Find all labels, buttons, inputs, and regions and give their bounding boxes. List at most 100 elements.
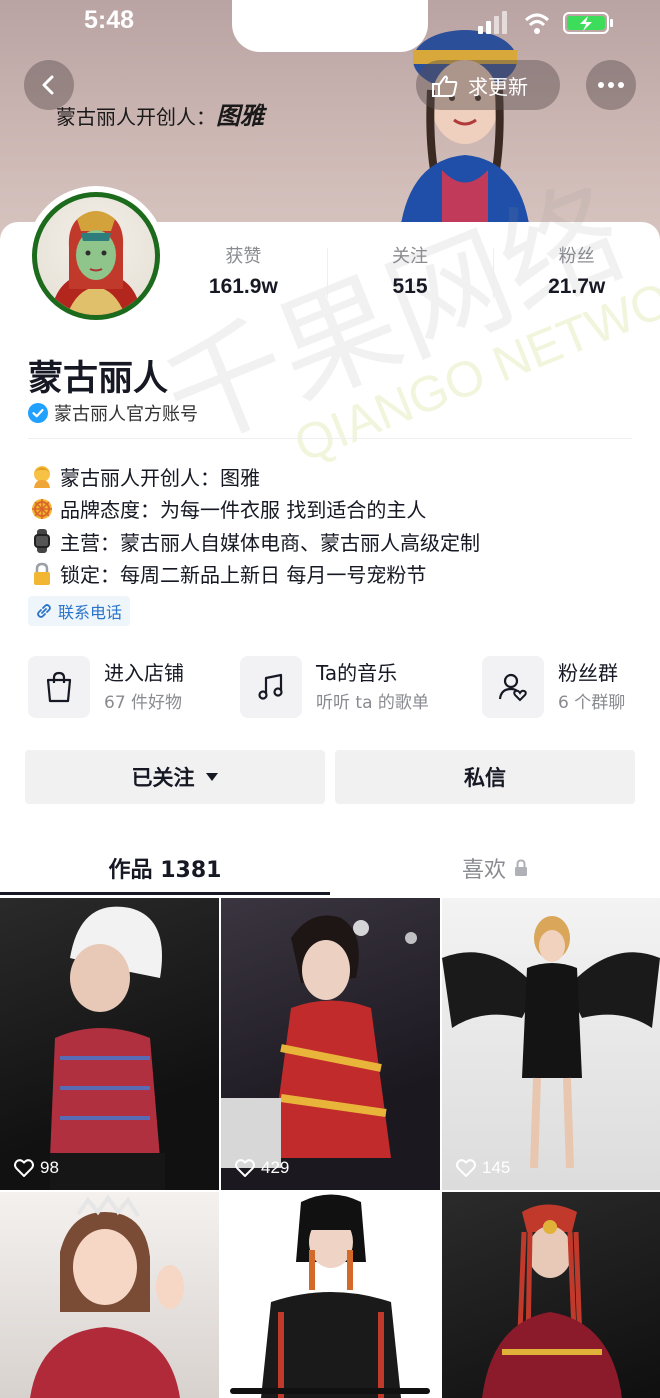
stat-followers-label: 粉丝 [558, 246, 595, 267]
video-grid: 98 429 145 [0, 898, 660, 1398]
request-update-label: 求更新 [468, 74, 528, 99]
verified-check-icon [28, 403, 48, 423]
heart-icon [456, 1159, 476, 1177]
stat-following-value: 515 [392, 275, 428, 298]
more-options-button[interactable] [586, 60, 636, 110]
service-icon-box [28, 656, 90, 718]
stat-followers[interactable]: 粉丝 21.7w [493, 244, 660, 310]
like-count: 145 [456, 1158, 510, 1178]
battery-charging-icon [563, 12, 613, 34]
service-subtitle: 67 件好物 [104, 693, 183, 713]
caret-down-icon [205, 773, 218, 781]
home-indicator [230, 1388, 430, 1394]
bio-text: 锁定：每周二新品上新日 每月一号宠粉节 [60, 563, 427, 588]
tab-likes-label: 喜欢 [461, 858, 506, 883]
video-tile[interactable]: 145 [442, 898, 660, 1190]
divider [28, 438, 632, 439]
like-count: 429 [235, 1158, 289, 1178]
heart-icon [14, 1159, 34, 1177]
bio-line: 锁定：每周二新品上新日 每月一号宠粉节 [30, 558, 640, 591]
watch-emoji-icon [34, 529, 50, 554]
verified-label: 蒙古丽人官方账号 [54, 404, 198, 425]
cover-portrait [400, 30, 530, 230]
video-thumbnail [482, 1204, 622, 1398]
stat-following[interactable]: 关注 515 [326, 244, 494, 310]
tab-likes[interactable]: 喜欢 [330, 838, 660, 898]
like-count: 98 [14, 1158, 59, 1178]
message-button[interactable]: 私信 [335, 750, 635, 804]
contact-phone-button[interactable]: 联系电话 [28, 596, 131, 626]
service-music[interactable]: Ta的音乐 听听 ta 的歌单 [240, 656, 429, 720]
more-dot [598, 82, 604, 88]
profile-stats: 获赞 161.9w 关注 515 粉丝 21.7w [160, 244, 660, 310]
profile-bio: 蒙古丽人开创人：图雅 品牌态度：为每一件衣服 找到适合的主人 主营：蒙古丽人自媒… [30, 460, 640, 590]
followed-label: 已关注 [131, 766, 195, 790]
like-count-value: 429 [261, 1158, 290, 1177]
person-emoji-icon [34, 466, 50, 489]
stat-following-label: 关注 [392, 246, 428, 267]
tab-works[interactable]: 作品 1381 [0, 838, 330, 898]
more-dot [618, 82, 624, 88]
device-notch [232, 0, 428, 52]
stat-likes-value: 161.9w [208, 275, 278, 298]
service-subtitle: 6 个群聊 [558, 693, 626, 713]
video-thumbnail [442, 916, 660, 1169]
video-thumbnail [50, 906, 165, 1190]
status-icons [478, 11, 613, 34]
service-icon-box [240, 656, 302, 718]
service-entries: 进入店铺 67 件好物 Ta的音乐 听听 ta 的歌单 粉丝群 6 个群聊 [28, 656, 632, 720]
video-tile[interactable] [0, 1192, 219, 1398]
profile-name: 蒙古丽人 [28, 359, 169, 399]
wifi-icon [524, 13, 550, 34]
video-thumbnail [261, 1194, 401, 1398]
lock-icon [515, 859, 527, 876]
stat-likes-label: 获赞 [225, 246, 262, 267]
avatar[interactable] [26, 186, 166, 326]
request-update-button[interactable]: 求更新 [416, 60, 560, 110]
bio-text: 蒙古丽人开创人：图雅 [60, 465, 260, 490]
video-thumbnail [30, 1194, 184, 1398]
chevron-left-icon [42, 75, 54, 95]
stat-followers-value: 21.7w [548, 275, 606, 298]
bio-line: 品牌态度：为每一件衣服 找到适合的主人 [30, 493, 640, 526]
link-icon [37, 604, 51, 618]
like-count-value: 98 [40, 1158, 59, 1177]
bio-line: 主营：蒙古丽人自媒体电商、蒙古丽人高级定制 [30, 525, 640, 558]
video-tile[interactable] [221, 1192, 440, 1398]
tab-works-label: 作品 1381 [108, 858, 222, 883]
bio-text: 品牌态度：为每一件衣服 找到适合的主人 [60, 498, 427, 523]
service-title: 进入店铺 [104, 661, 184, 685]
heart-icon [235, 1159, 255, 1177]
verified-badge: 蒙古丽人官方账号 [28, 400, 198, 426]
service-icon-box [482, 656, 544, 718]
stat-likes[interactable]: 获赞 161.9w [160, 244, 327, 310]
service-subtitle: 听听 ta 的歌单 [316, 693, 429, 713]
contact-phone-label: 联系电话 [58, 603, 123, 622]
cover-signature: 图雅 [216, 101, 264, 130]
service-shop[interactable]: 进入店铺 67 件好物 [28, 656, 184, 720]
tab-indicator [0, 892, 330, 895]
music-note-icon [258, 673, 283, 700]
shopping-bag-icon [46, 671, 72, 703]
video-tile[interactable] [442, 1192, 660, 1398]
cover-title: 蒙古丽人开创人：图雅 [56, 96, 264, 131]
back-button[interactable] [24, 60, 74, 110]
status-time: 5:48 [84, 6, 135, 34]
bio-line: 蒙古丽人开创人：图雅 [30, 460, 640, 493]
video-tile[interactable]: 98 [0, 898, 219, 1190]
lock-emoji-icon [34, 562, 50, 585]
service-title: Ta的音乐 [316, 661, 398, 685]
fan-group-icon [498, 673, 527, 702]
more-dot [608, 82, 614, 88]
service-fan-group[interactable]: 粉丝群 6 个群聊 [482, 656, 625, 720]
followed-button[interactable]: 已关注 [25, 750, 325, 804]
cellular-signal-icon [478, 11, 507, 34]
cover-title-text: 蒙古丽人开创人： [56, 105, 216, 129]
bio-text: 主营：蒙古丽人自媒体电商、蒙古丽人高级定制 [60, 530, 480, 555]
video-tile[interactable]: 429 [221, 898, 440, 1190]
like-count-value: 145 [482, 1158, 511, 1177]
avatar-illustration [51, 211, 141, 315]
avatar-image [32, 192, 160, 320]
message-label: 私信 [464, 766, 506, 790]
video-thumbnail [221, 915, 417, 1168]
